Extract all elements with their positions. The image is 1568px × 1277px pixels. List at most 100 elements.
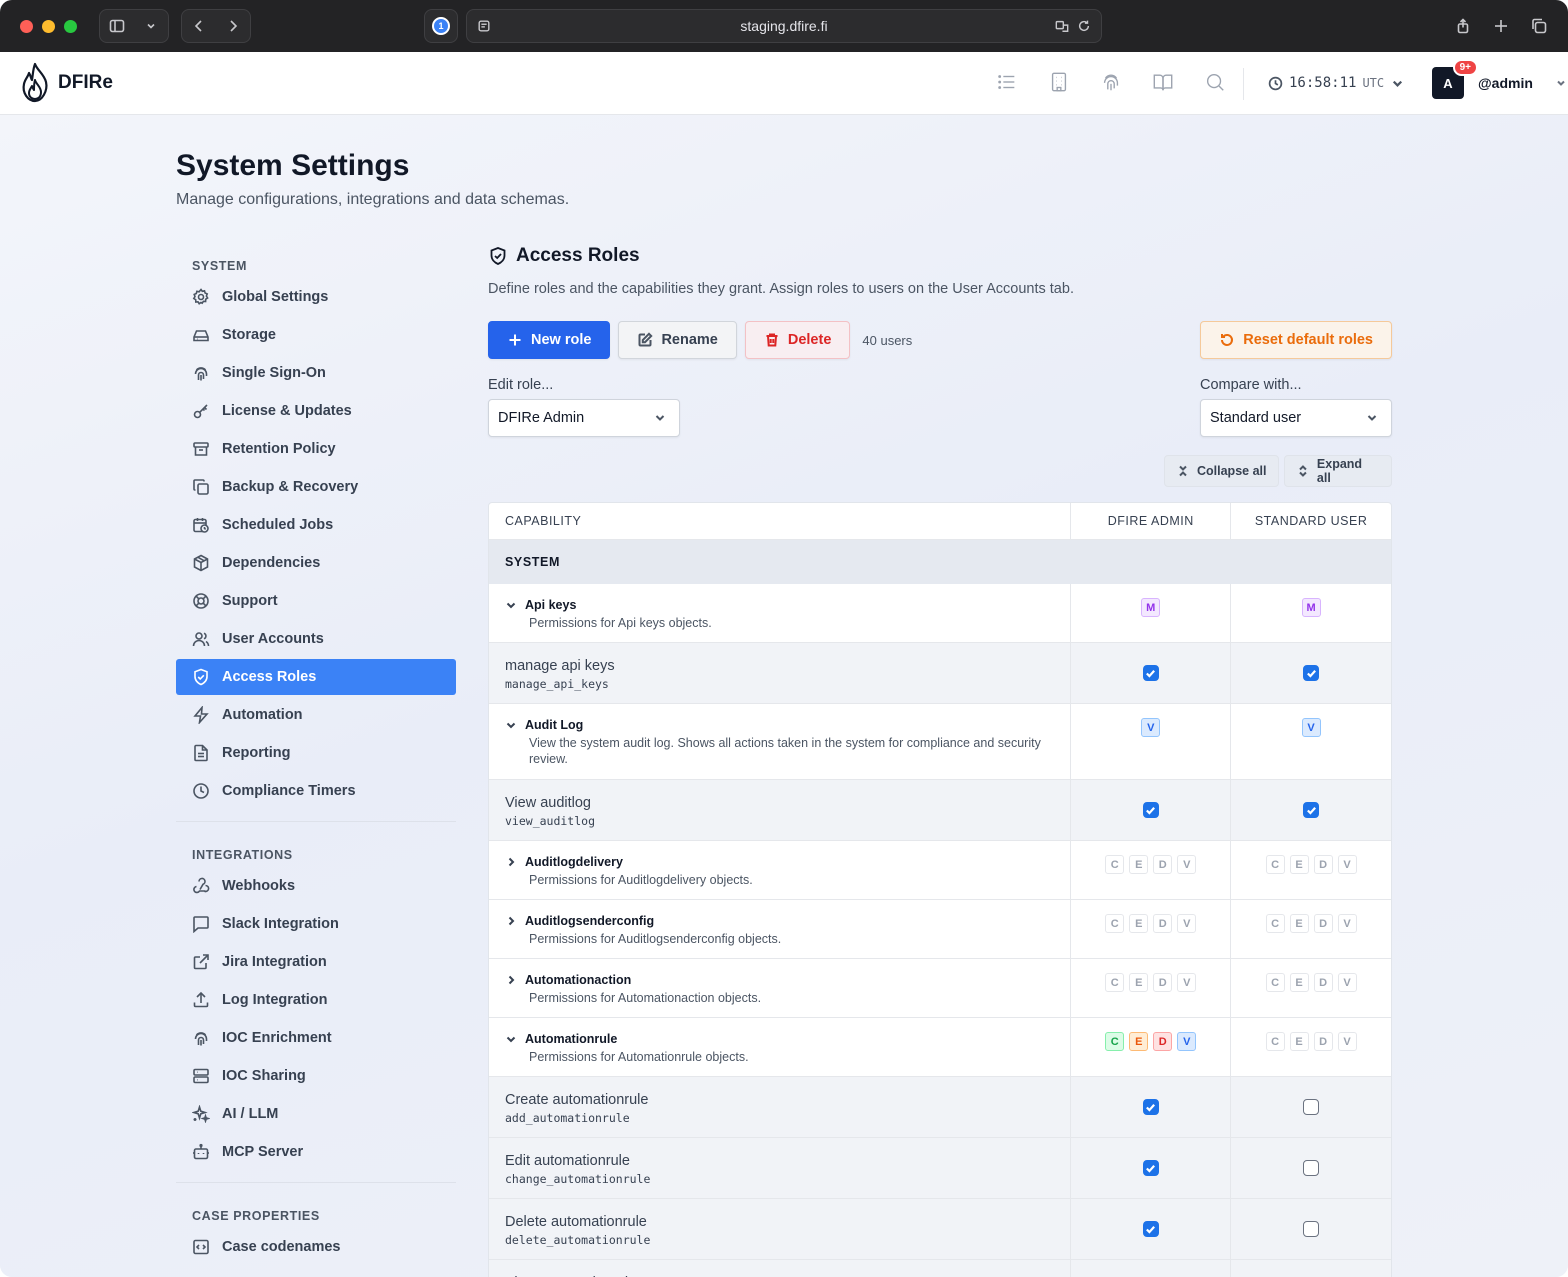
permission-chip[interactable]: C	[1265, 855, 1285, 874]
share-icon[interactable]	[1446, 10, 1480, 42]
permission-chip[interactable]: C	[1105, 1032, 1125, 1051]
permission-chip[interactable]: V	[1177, 973, 1197, 992]
role-b-checkbox[interactable]	[1303, 1221, 1320, 1237]
sidebar-item-scheduled-jobs[interactable]: Scheduled Jobs	[176, 507, 456, 543]
sidebar-item-log-integration[interactable]: Log Integration	[176, 982, 456, 1018]
permission-chip[interactable]: E	[1289, 973, 1309, 992]
permission-chip[interactable]: V	[1337, 855, 1357, 874]
role-b-checkbox[interactable]	[1303, 1160, 1320, 1176]
sidebar-item-jira-integration[interactable]: Jira Integration	[176, 944, 456, 980]
permission-chip[interactable]: V	[1337, 914, 1357, 933]
delete-button[interactable]: Delete	[744, 321, 851, 359]
permission-chip[interactable]: V	[1337, 973, 1357, 992]
model-toggle[interactable]: Api keys	[505, 598, 1054, 612]
sidebar-item-global-settings[interactable]: Global Settings	[176, 279, 456, 315]
translate-icon[interactable]	[1055, 19, 1069, 33]
permission-chip[interactable]: E	[1129, 855, 1149, 874]
permission-chip[interactable]: V	[1177, 914, 1197, 933]
sidebar-item-dependencies[interactable]: Dependencies	[176, 545, 456, 581]
role-a-checkbox[interactable]	[1142, 665, 1159, 681]
sidebar-item-ai-llm[interactable]: AI / LLM	[176, 1096, 456, 1132]
permission-chip[interactable]: V	[1141, 718, 1161, 737]
permission-chip[interactable]: C	[1105, 914, 1125, 933]
permission-chip[interactable]: V	[1337, 1032, 1357, 1051]
sidebar-item-ioc-sharing[interactable]: IOC Sharing	[176, 1058, 456, 1094]
page-settings-icon[interactable]	[477, 19, 491, 33]
sidebar-toggle-icon[interactable]	[100, 10, 134, 42]
permission-chip[interactable]: E	[1289, 914, 1309, 933]
table-row-model[interactable]: Api keys Permissions for Api keys object…	[489, 584, 1391, 643]
password-manager-button[interactable]: 1	[424, 9, 458, 43]
permission-chip[interactable]: D	[1153, 973, 1173, 992]
permission-chip[interactable]: D	[1313, 855, 1333, 874]
building-icon[interactable]	[1048, 71, 1072, 95]
brand-logo[interactable]: DFIRe	[18, 62, 113, 104]
back-icon[interactable]	[182, 10, 216, 42]
reset-default-roles-button[interactable]: Reset default roles	[1200, 321, 1392, 359]
close-window-button[interactable]	[20, 19, 33, 33]
collapse-all-button[interactable]: Collapse all	[1164, 455, 1280, 487]
expand-all-button[interactable]: Expand all	[1284, 455, 1392, 487]
permission-chip[interactable]: E	[1129, 914, 1149, 933]
role-b-checkbox[interactable]	[1303, 1099, 1320, 1115]
permission-chip[interactable]: M	[1141, 598, 1161, 617]
permission-chip[interactable]: E	[1129, 1032, 1149, 1051]
permission-chip[interactable]: D	[1313, 1032, 1333, 1051]
book-open-icon[interactable]	[1152, 71, 1176, 95]
sidebar-item-license-updates[interactable]: License & Updates	[176, 393, 456, 429]
permission-chip[interactable]: V	[1177, 855, 1197, 874]
sidebar-item-triage-flags[interactable]: Triage Flags	[176, 1267, 456, 1277]
fingerprint-icon[interactable]	[1100, 71, 1124, 95]
model-toggle[interactable]: Auditlogsenderconfig	[505, 914, 1054, 928]
role-b-checkbox[interactable]	[1303, 802, 1320, 818]
new-tab-icon[interactable]	[1484, 10, 1518, 42]
compare-with-select[interactable]: Standard user	[1200, 399, 1392, 437]
model-toggle[interactable]: Auditlogdelivery	[505, 855, 1054, 869]
role-a-checkbox[interactable]	[1142, 802, 1159, 818]
permission-chip[interactable]: D	[1153, 1032, 1173, 1051]
reload-icon[interactable]	[1077, 19, 1091, 33]
sidebar-item-reporting[interactable]: Reporting	[176, 735, 456, 771]
model-toggle[interactable]: Automationrule	[505, 1032, 1054, 1046]
sidebar-item-access-roles[interactable]: Access Roles	[176, 659, 456, 695]
permission-chip[interactable]: V	[1301, 718, 1321, 737]
search-icon[interactable]	[1204, 71, 1228, 95]
permission-chip[interactable]: D	[1313, 973, 1333, 992]
sidebar-item-ioc-enrichment[interactable]: IOC Enrichment	[176, 1020, 456, 1056]
rename-button[interactable]: Rename	[618, 321, 737, 359]
minimize-window-button[interactable]	[42, 19, 55, 33]
permission-chip[interactable]: M	[1301, 598, 1321, 617]
sidebar-item-support[interactable]: Support	[176, 583, 456, 619]
permission-chip[interactable]: C	[1265, 973, 1285, 992]
sidebar-item-case-codenames[interactable]: Case codenames	[176, 1229, 456, 1265]
sidebar-item-backup-recovery[interactable]: Backup & Recovery	[176, 469, 456, 505]
table-row-model[interactable]: Automationrule Permissions for Automatio…	[489, 1018, 1391, 1077]
sidebar-item-automation[interactable]: Automation	[176, 697, 456, 733]
sidebar-item-compliance-timers[interactable]: Compliance Timers	[176, 773, 456, 809]
sidebar-item-single-sign-on[interactable]: Single Sign-On	[176, 355, 456, 391]
table-row-model[interactable]: Automationaction Permissions for Automat…	[489, 959, 1391, 1018]
sidebar-item-slack-integration[interactable]: Slack Integration	[176, 906, 456, 942]
permission-chip[interactable]: C	[1265, 914, 1285, 933]
role-a-checkbox[interactable]	[1142, 1221, 1159, 1237]
model-toggle[interactable]: Automationaction	[505, 973, 1054, 987]
permission-chip[interactable]: E	[1129, 973, 1149, 992]
table-row-model[interactable]: Auditlogdelivery Permissions for Auditlo…	[489, 841, 1391, 900]
user-menu[interactable]: A 9+ @admin	[1432, 59, 1567, 99]
utc-clock[interactable]: 16:58:11 UTC	[1268, 75, 1405, 91]
sidebar-item-mcp-server[interactable]: MCP Server	[176, 1134, 456, 1170]
permission-chip[interactable]: E	[1289, 855, 1309, 874]
sidebar-item-storage[interactable]: Storage	[176, 317, 456, 353]
edit-role-select[interactable]: DFIRe Admin	[488, 399, 680, 437]
permission-chip[interactable]: D	[1153, 914, 1173, 933]
sidebar-item-retention-policy[interactable]: Retention Policy	[176, 431, 456, 467]
permission-chip[interactable]: C	[1105, 855, 1125, 874]
permission-chip[interactable]: V	[1177, 1032, 1197, 1051]
permission-chip[interactable]: D	[1313, 914, 1333, 933]
role-a-checkbox[interactable]	[1142, 1099, 1159, 1115]
table-row-model[interactable]: Auditlogsenderconfig Permissions for Aud…	[489, 900, 1391, 959]
role-a-checkbox[interactable]	[1142, 1160, 1159, 1176]
list-icon[interactable]	[996, 71, 1020, 95]
permission-chip[interactable]: E	[1289, 1032, 1309, 1051]
permission-chip[interactable]: C	[1265, 1032, 1285, 1051]
